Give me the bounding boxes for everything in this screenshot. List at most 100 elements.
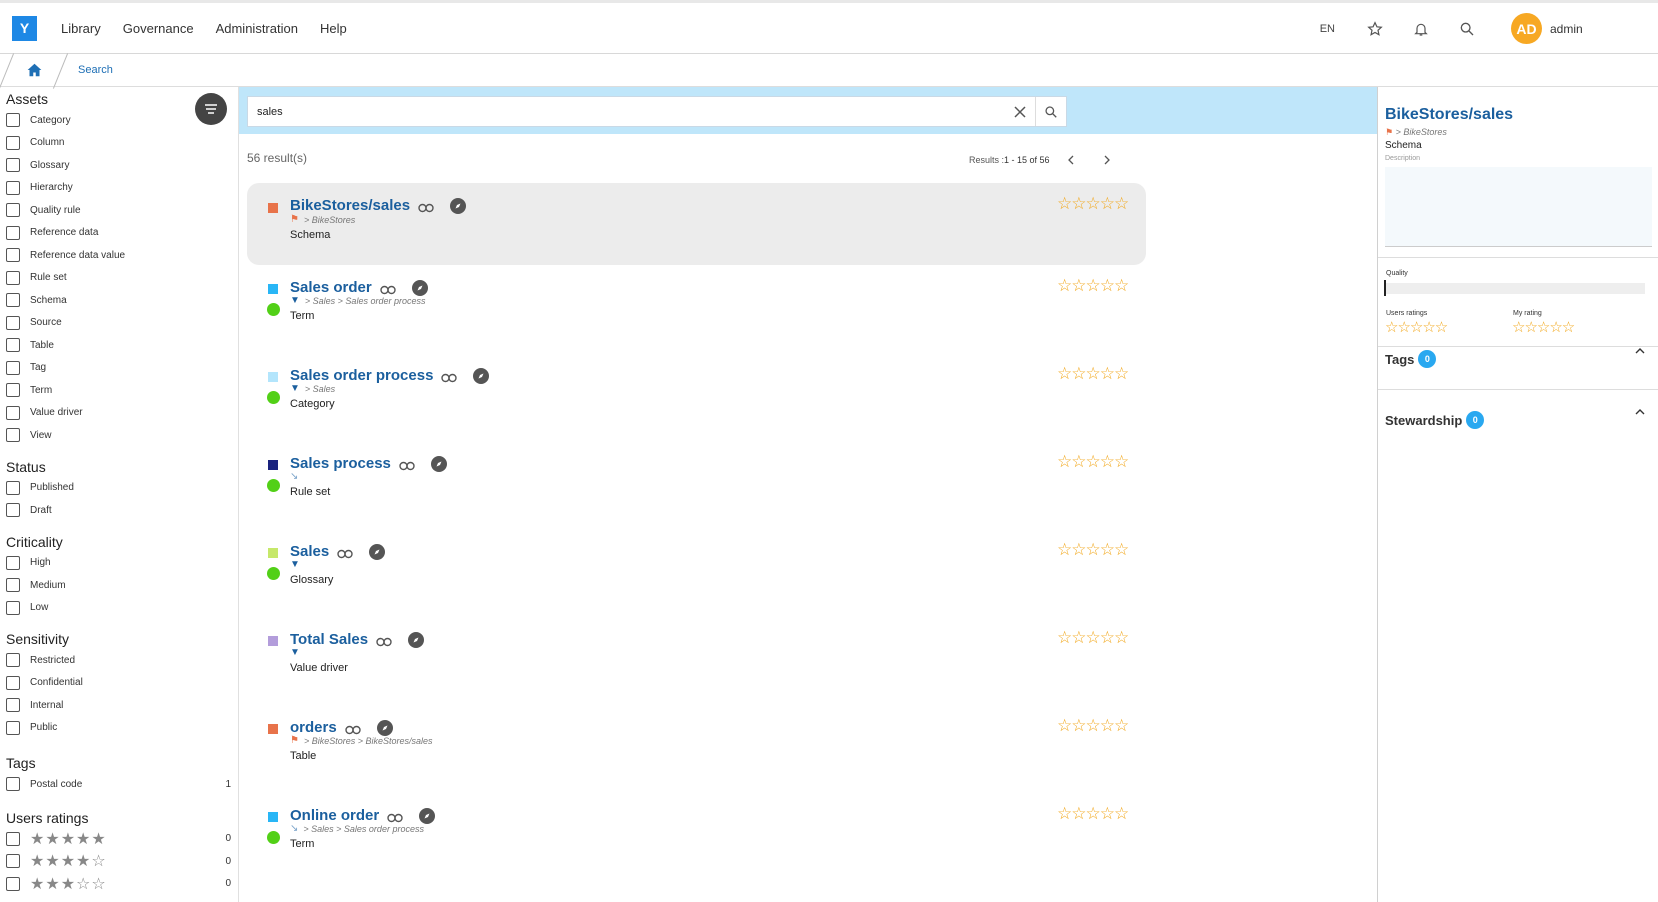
checkbox[interactable]: [6, 158, 20, 173]
explore-icon[interactable]: [419, 807, 436, 824]
filter-option[interactable]: Term: [6, 379, 238, 402]
filter-option[interactable]: Draft: [6, 499, 238, 522]
result-title[interactable]: Sales order: [290, 279, 372, 296]
checkbox[interactable]: [6, 135, 20, 150]
app-logo[interactable]: Y: [12, 15, 37, 41]
checkbox[interactable]: [6, 777, 20, 792]
explore-icon[interactable]: [376, 719, 393, 736]
filter-option[interactable]: Quality rule: [6, 199, 238, 222]
bell-icon[interactable]: [1411, 19, 1431, 39]
search-submit-icon[interactable]: [1036, 97, 1066, 126]
explore-icon[interactable]: [430, 455, 447, 472]
my-rating-stars[interactable]: ☆☆☆☆☆: [1512, 318, 1575, 336]
description-field[interactable]: [1385, 167, 1652, 247]
menu-item-help[interactable]: Help: [320, 21, 347, 36]
filter-option[interactable]: Confidential: [6, 672, 238, 695]
filter-option[interactable]: Source: [6, 312, 238, 335]
rating-stars-icon[interactable]: ☆☆☆☆☆: [1057, 716, 1129, 736]
menu-item-administration[interactable]: Administration: [216, 21, 298, 36]
filter-option[interactable]: Reference data value: [6, 244, 238, 267]
rating-stars-icon[interactable]: ☆☆☆☆☆: [1057, 540, 1129, 560]
tags-section-header[interactable]: Tags 0: [1385, 350, 1437, 368]
filter-option[interactable]: High: [6, 552, 238, 575]
result-title[interactable]: orders: [290, 719, 337, 736]
link-icon[interactable]: [344, 722, 363, 734]
filter-option[interactable]: Reference data: [6, 222, 238, 245]
rating-stars-icon[interactable]: ☆☆☆☆☆: [1057, 628, 1129, 648]
filter-option[interactable]: Low: [6, 597, 238, 620]
rating-stars-icon[interactable]: ☆☆☆☆☆: [1057, 194, 1129, 214]
checkbox[interactable]: [6, 428, 20, 443]
checkbox[interactable]: [6, 180, 20, 195]
avatar[interactable]: AD: [1511, 13, 1542, 44]
filter-option[interactable]: Restricted: [6, 649, 238, 672]
link-icon[interactable]: [399, 458, 417, 470]
filter-option[interactable]: View: [6, 424, 238, 447]
checkbox[interactable]: [6, 383, 20, 398]
result-card[interactable]: BikeStores/sales ⚑ > BikeStores Schema ☆☆☆☆☆: [247, 183, 1146, 265]
checkbox[interactable]: [6, 225, 20, 240]
checkbox[interactable]: [6, 405, 20, 420]
user-name[interactable]: admin: [1550, 22, 1658, 36]
chevron-up-icon[interactable]: [1634, 344, 1648, 358]
result-card[interactable]: orders ⚑ > BikeStores > BikeStores/sales Ta…: [247, 711, 1146, 799]
checkbox[interactable]: [6, 675, 20, 690]
rating-stars-icon[interactable]: ☆☆☆☆☆: [1057, 276, 1129, 296]
filter-option[interactable]: Table: [6, 334, 238, 357]
menu-item-governance[interactable]: Governance: [123, 21, 194, 36]
result-title[interactable]: Sales: [290, 543, 329, 560]
result-title[interactable]: Sales process: [290, 455, 391, 472]
result-card[interactable]: Total Sales ▼ Value driver ☆☆☆☆☆: [247, 623, 1146, 711]
checkbox[interactable]: [6, 854, 20, 869]
chevron-up-icon[interactable]: [1634, 405, 1648, 419]
explore-icon[interactable]: [411, 279, 428, 296]
link-icon[interactable]: [418, 200, 436, 212]
checkbox[interactable]: [6, 203, 20, 218]
filter-option[interactable]: Value driver: [6, 402, 238, 425]
checkbox[interactable]: [6, 315, 20, 330]
result-card[interactable]: Sales process ↘ Rule set ☆☆☆☆☆: [247, 447, 1146, 535]
rating-stars-icon[interactable]: ☆☆☆☆☆: [1057, 452, 1129, 472]
explore-icon[interactable]: [369, 543, 386, 560]
rating-filter-option[interactable]: ★★★★☆ 0: [6, 850, 238, 873]
star-icon[interactable]: [1365, 19, 1385, 39]
filter-option[interactable]: Postal code 1: [6, 773, 238, 796]
result-card[interactable]: Sales order process ▼ > Sales Category ☆☆☆☆☆: [247, 359, 1146, 447]
explore-icon[interactable]: [408, 631, 425, 648]
rating-filter-option[interactable]: ★★★★★ 0: [6, 828, 238, 851]
rating-filter-option[interactable]: ★★★☆☆ 0: [6, 873, 238, 896]
checkbox[interactable]: [6, 503, 20, 518]
search-icon[interactable]: [1457, 19, 1477, 39]
filter-option[interactable]: Glossary: [6, 154, 238, 177]
explore-icon[interactable]: [450, 197, 467, 214]
filter-option[interactable]: Hierarchy: [6, 177, 238, 200]
link-icon[interactable]: [441, 370, 459, 382]
filter-option[interactable]: Column: [6, 132, 238, 155]
filter-option[interactable]: Medium: [6, 574, 238, 597]
checkbox[interactable]: [6, 293, 20, 308]
menu-item-library[interactable]: Library: [61, 21, 101, 36]
checkbox[interactable]: [6, 248, 20, 263]
checkbox[interactable]: [6, 831, 20, 846]
stewardship-section-header[interactable]: Stewardship 0: [1385, 411, 1485, 429]
detail-title[interactable]: BikeStores/sales: [1385, 106, 1513, 124]
clear-icon[interactable]: [1005, 97, 1035, 126]
filter-option[interactable]: Rule set: [6, 267, 238, 290]
checkbox[interactable]: [6, 113, 20, 128]
link-icon[interactable]: [376, 634, 394, 646]
checkbox[interactable]: [6, 720, 20, 735]
result-card[interactable]: Sales ▼ Glossary ☆☆☆☆☆: [247, 535, 1146, 623]
checkbox[interactable]: [6, 338, 20, 353]
checkbox[interactable]: [6, 360, 20, 375]
rating-stars-icon[interactable]: ☆☆☆☆☆: [1057, 804, 1129, 824]
result-card[interactable]: Sales order ▼ > Sales > Sales order proces…: [247, 271, 1146, 359]
filter-option[interactable]: Internal: [6, 694, 238, 717]
result-card[interactable]: Online order ↘ > Sales > Sales order proce…: [247, 799, 1146, 887]
link-icon[interactable]: [380, 282, 398, 294]
checkbox[interactable]: [6, 480, 20, 495]
rating-stars-icon[interactable]: ☆☆☆☆☆: [1057, 364, 1129, 384]
filter-option[interactable]: Published: [6, 477, 238, 500]
checkbox[interactable]: [6, 698, 20, 713]
chevron-right-icon[interactable]: [1100, 153, 1114, 167]
result-title[interactable]: BikeStores/sales: [290, 197, 410, 214]
